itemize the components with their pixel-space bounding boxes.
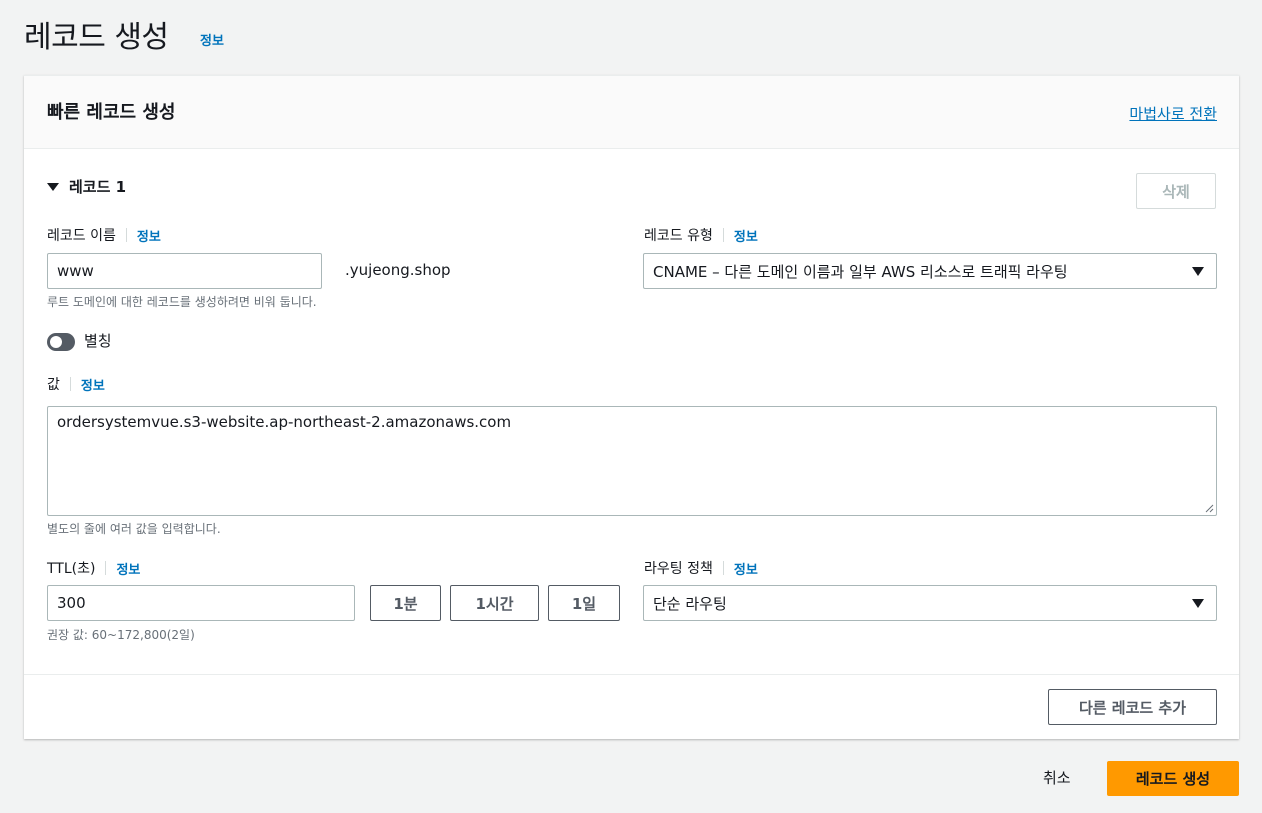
ttl-1day-button[interactable]: 1일: [548, 585, 620, 621]
toggle-knob: [50, 336, 62, 348]
divider: [125, 228, 127, 242]
divider: [722, 561, 724, 575]
routing-policy-value: 단순 라우팅: [653, 594, 727, 613]
value-hint: 별도의 줄에 여러 값을 입력합니다.: [47, 522, 221, 536]
alias-label: 별칭: [84, 332, 112, 350]
ttl-info-link[interactable]: 정보: [116, 559, 140, 578]
ttl-hint: 권장 값: 60~172,800(2일): [47, 628, 195, 642]
record-name-input[interactable]: www: [47, 253, 322, 289]
record-name-label: 레코드 이름: [47, 228, 116, 244]
record-1-toggle[interactable]: 레코드 1: [47, 176, 126, 197]
alias-toggle[interactable]: [47, 333, 75, 351]
record-name-label-group: 레코드 이름 정보: [47, 225, 161, 245]
ttl-label: TTL(초): [47, 561, 96, 577]
page-title: 레코드 생성: [24, 20, 169, 55]
value-info-link[interactable]: 정보: [81, 375, 105, 394]
switch-to-wizard-link[interactable]: 마법사로 전환: [1129, 103, 1217, 124]
dropdown-arrow-icon: [1192, 267, 1204, 276]
routing-policy-info-link[interactable]: 정보: [734, 559, 758, 578]
divider: [69, 377, 71, 391]
cancel-button[interactable]: 취소: [1043, 767, 1071, 788]
dropdown-arrow-icon: [1192, 599, 1204, 608]
record-type-value: CNAME – 다른 도메인 이름과 일부 AWS 리소스로 트래픽 라우팅: [653, 262, 1068, 281]
ttl-input[interactable]: 300: [47, 585, 355, 621]
ttl-1min-button[interactable]: 1분: [370, 585, 441, 621]
page-info-link[interactable]: 정보: [200, 30, 224, 49]
routing-policy-label-group: 라우팅 정책 정보: [644, 558, 758, 578]
caret-down-icon: [47, 182, 59, 191]
record-name-info-link[interactable]: 정보: [137, 226, 161, 245]
record-type-label-group: 레코드 유형 정보: [644, 225, 758, 245]
value-text: ordersystemvue.s3-website.ap-northeast-2…: [57, 413, 512, 431]
add-another-record-button[interactable]: 다른 레코드 추가: [1048, 689, 1217, 725]
record-type-select[interactable]: CNAME – 다른 도메인 이름과 일부 AWS 리소스로 트래픽 라우팅: [643, 253, 1217, 289]
value-label-group: 값 정보: [47, 374, 105, 394]
create-records-button[interactable]: 레코드 생성: [1107, 761, 1239, 796]
delete-button[interactable]: 삭제: [1136, 173, 1216, 209]
record-type-label: 레코드 유형: [644, 228, 713, 244]
panel-header: 빠른 레코드 생성 마법사로 전환: [24, 76, 1239, 149]
record-type-info-link[interactable]: 정보: [734, 226, 758, 245]
record-1-title: 레코드 1: [69, 178, 127, 196]
routing-policy-label: 라우팅 정책: [644, 561, 713, 577]
domain-suffix: .yujeong.shop: [345, 261, 451, 279]
ttl-label-group: TTL(초) 정보: [47, 558, 140, 578]
section-divider: [24, 674, 1239, 675]
quick-create-panel: 빠른 레코드 생성 마법사로 전환 레코드 1 삭제 레코드 이름 정보 www…: [24, 75, 1239, 739]
record-name-hint: 루트 도메인에 대한 레코드를 생성하려면 비워 둡니다.: [47, 295, 317, 309]
divider: [722, 228, 724, 242]
value-label: 값: [47, 377, 60, 393]
value-textarea[interactable]: ordersystemvue.s3-website.ap-northeast-2…: [47, 406, 1217, 516]
resize-grip-icon[interactable]: [1204, 503, 1214, 513]
ttl-1hour-button[interactable]: 1시간: [450, 585, 539, 621]
routing-policy-select[interactable]: 단순 라우팅: [643, 585, 1217, 621]
panel-title: 빠른 레코드 생성: [47, 102, 176, 123]
divider: [105, 561, 107, 575]
